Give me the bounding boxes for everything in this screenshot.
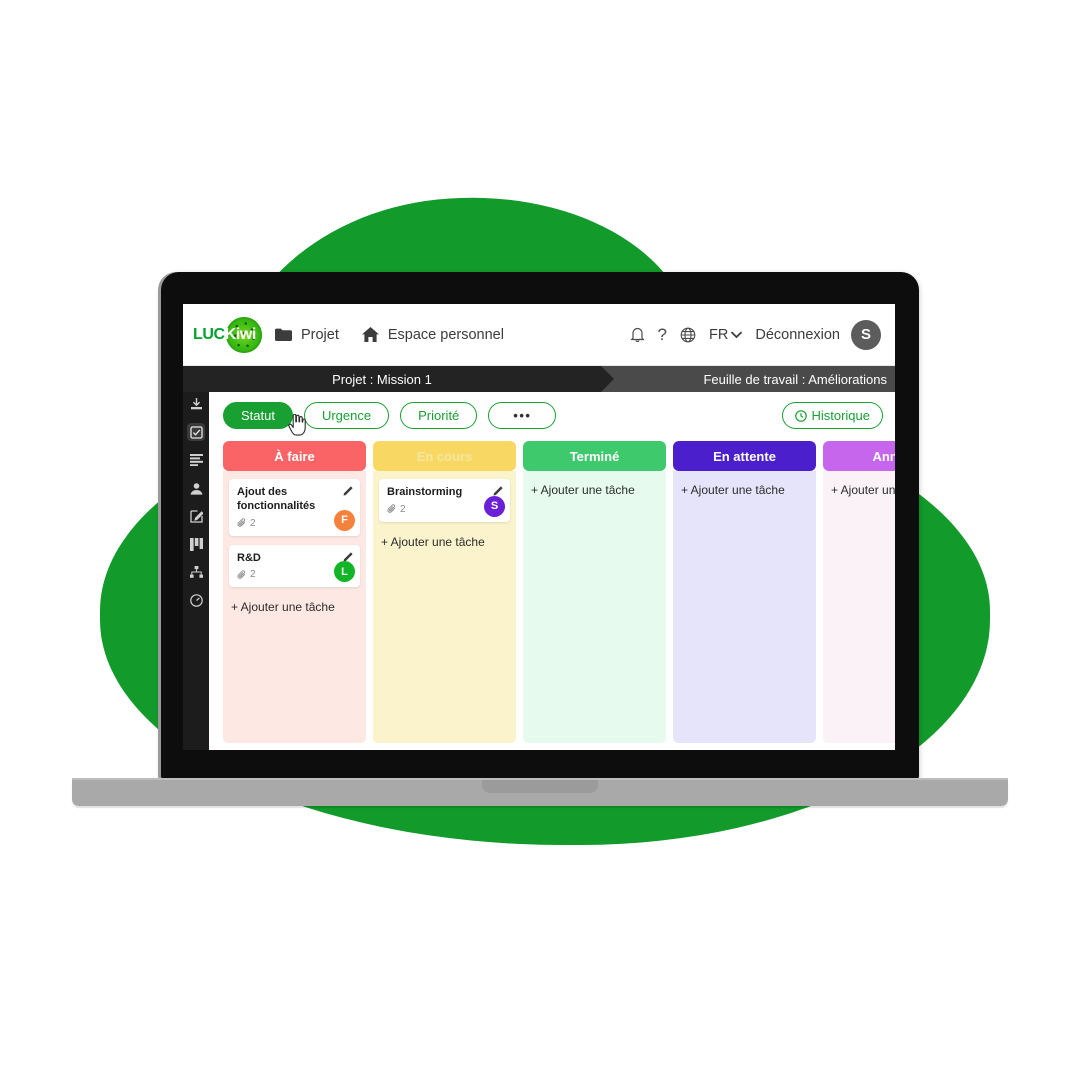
column-header-annule[interactable]: Annulé [823, 441, 895, 471]
task-assignee-avatar[interactable]: F [334, 509, 355, 531]
breadcrumb-strip: Projet : Mission 1 Feuille de travail : … [183, 366, 895, 392]
kanban-board: À faire Ajout des fonctionnalités 2 F R&… [209, 429, 895, 743]
user-icon[interactable] [187, 479, 205, 497]
user-avatar[interactable]: S [851, 319, 881, 350]
bell-icon[interactable] [629, 326, 645, 343]
column-body-en-attente: + Ajouter une tâche [673, 471, 816, 743]
task-card[interactable]: R&D 2 L [229, 544, 360, 588]
history-button[interactable]: Historique [782, 402, 883, 429]
board-content: Statut Urgence Priorité ••• Historique À… [209, 392, 895, 750]
kanban-column: À faire Ajout des fonctionnalités 2 F R&… [223, 441, 366, 743]
task-title: Ajout des fonctionnalités [237, 486, 316, 512]
column-header-en-attente[interactable]: En attente [673, 441, 816, 471]
laptop-screen: LUCKiwi Projet Espace personnel ? FR Déc… [183, 304, 895, 750]
kanban-icon[interactable] [187, 535, 205, 553]
filter-priorite[interactable]: Priorité [400, 402, 478, 429]
history-label: Historique [811, 408, 870, 423]
attachment-icon [387, 504, 397, 514]
add-task-button[interactable]: + Ajouter une tâche [829, 479, 895, 501]
app-logo[interactable]: LUCKiwi [193, 316, 262, 353]
laptop-mockup: LUCKiwi Projet Espace personnel ? FR Déc… [0, 0, 1080, 1080]
breadcrumb-worksheet[interactable]: Feuille de travail : Améliorations [703, 372, 895, 387]
column-body-annule: + Ajouter une tâche [823, 471, 895, 743]
filter-bar: Statut Urgence Priorité ••• Historique [209, 402, 895, 436]
task-assignee-avatar[interactable]: S [484, 495, 505, 517]
logout-button[interactable]: Déconnexion [755, 327, 840, 343]
org-chart-icon[interactable] [187, 563, 205, 581]
kanban-column: En attente + Ajouter une tâche [673, 441, 816, 743]
home-icon [361, 326, 380, 343]
app-topbar: LUCKiwi Projet Espace personnel ? FR Déc… [183, 304, 895, 366]
breadcrumb-project[interactable]: Projet : Mission 1 [183, 366, 614, 392]
logo-text: LUCKiwi [193, 326, 256, 344]
edit-task-icon[interactable] [343, 485, 354, 496]
add-task-button[interactable]: + Ajouter une tâche [229, 596, 360, 618]
chevron-down-icon [731, 331, 743, 339]
checklist-icon[interactable] [187, 423, 205, 441]
laptop-notch [482, 780, 598, 793]
add-task-button[interactable]: + Ajouter une tâche [529, 479, 660, 501]
attachment-icon [237, 518, 247, 528]
task-title: Brainstorming [387, 486, 463, 498]
app-body: Statut Urgence Priorité ••• Historique À… [183, 392, 895, 750]
gauge-icon[interactable] [187, 591, 205, 609]
attachment-count: 2 [250, 569, 256, 581]
list-icon[interactable] [187, 451, 205, 469]
column-body-a-faire: Ajout des fonctionnalités 2 F R&D 2 L + … [223, 471, 366, 743]
kanban-column: En cours Brainstorming 2 S + Ajouter une… [373, 441, 516, 743]
add-task-button[interactable]: + Ajouter une tâche [679, 479, 810, 501]
column-body-en-cours: Brainstorming 2 S + Ajouter une tâche [373, 471, 516, 743]
language-selector[interactable]: FR [709, 326, 743, 343]
screenshot-canvas: LUCKiwi Projet Espace personnel ? FR Déc… [0, 0, 1080, 1080]
kanban-column: Terminé + Ajouter une tâche [523, 441, 666, 743]
clock-icon [795, 409, 808, 422]
topbar-actions: ? FR Déconnexion S [629, 319, 881, 350]
attachment-icon [237, 570, 247, 580]
column-header-a-faire[interactable]: À faire [223, 441, 366, 471]
import-icon[interactable] [187, 395, 205, 413]
task-title: R&D [237, 551, 261, 564]
attachment-count: 2 [250, 517, 256, 529]
attachment-count: 2 [400, 503, 406, 515]
nav-label-espace-personnel: Espace personnel [387, 326, 504, 343]
help-icon[interactable]: ? [658, 325, 667, 345]
task-card[interactable]: Brainstorming 2 S [379, 479, 510, 522]
logo-suffix: Kiwi [224, 325, 257, 343]
globe-icon[interactable] [680, 327, 696, 343]
nav-item-projet[interactable]: Projet [274, 327, 339, 343]
column-header-en-cours[interactable]: En cours [373, 441, 516, 471]
column-header-termine[interactable]: Terminé [523, 441, 666, 471]
nav-label-projet: Projet [300, 326, 339, 343]
nav-item-espace-personnel[interactable]: Espace personnel [361, 326, 504, 343]
add-task-button[interactable]: + Ajouter une tâche [379, 531, 510, 553]
edit-task-icon[interactable] [343, 551, 354, 562]
filter-statut[interactable]: Statut [223, 402, 293, 429]
column-body-termine: + Ajouter une tâche [523, 471, 666, 743]
kanban-column: Annulé + Ajouter une tâche [823, 441, 895, 743]
left-sidebar [183, 392, 209, 750]
edit-icon[interactable] [187, 507, 205, 525]
filter-urgence[interactable]: Urgence [303, 402, 390, 429]
edit-task-icon[interactable] [493, 485, 504, 496]
filter-more-button[interactable]: ••• [488, 402, 557, 429]
task-card[interactable]: Ajout des fonctionnalités 2 F [229, 479, 360, 536]
logo-prefix: LUC [193, 325, 225, 343]
language-label: FR [709, 326, 729, 343]
folder-icon [274, 327, 293, 342]
